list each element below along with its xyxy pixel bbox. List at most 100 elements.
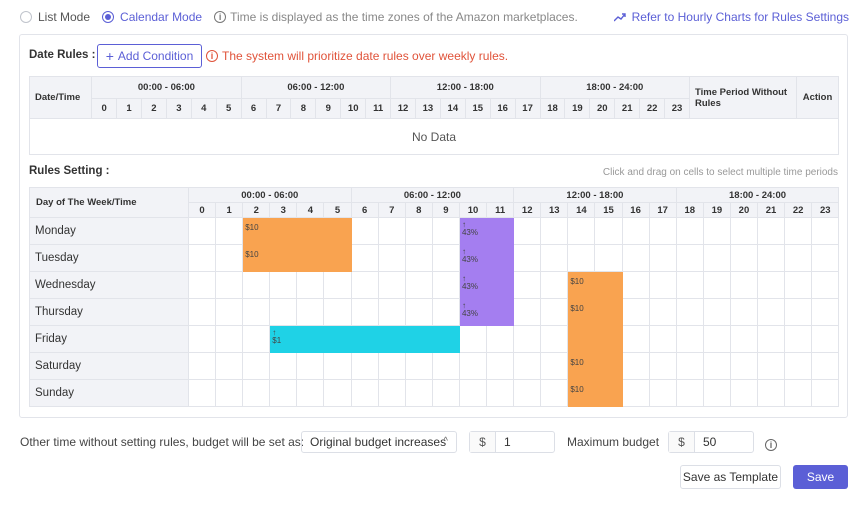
time-cell[interactable] (811, 325, 840, 353)
time-cell[interactable] (431, 271, 460, 299)
rule-block-cell[interactable] (296, 217, 325, 245)
time-cell[interactable] (242, 298, 271, 326)
time-cell[interactable] (431, 244, 460, 272)
time-cell[interactable] (567, 217, 596, 245)
time-cell[interactable] (675, 271, 704, 299)
time-cell[interactable] (811, 298, 840, 326)
time-cell[interactable] (648, 325, 677, 353)
rule-block-cell[interactable]: ↑ 43% (458, 298, 488, 326)
time-cell[interactable] (486, 379, 515, 407)
time-cell[interactable] (296, 379, 325, 407)
time-cell[interactable] (404, 244, 433, 272)
rule-block-cell[interactable] (567, 325, 596, 353)
rule-block-cell[interactable] (323, 244, 352, 272)
time-cell[interactable] (784, 271, 813, 299)
time-cell[interactable] (513, 379, 542, 407)
time-cell[interactable] (350, 271, 379, 299)
time-cell[interactable] (621, 217, 650, 245)
time-cell[interactable] (702, 217, 731, 245)
time-cell[interactable] (377, 379, 406, 407)
rule-block-cell[interactable]: $10 (567, 379, 596, 407)
time-cell[interactable] (215, 352, 244, 380)
time-cell[interactable] (757, 244, 786, 272)
time-cell[interactable] (215, 217, 244, 245)
time-cell[interactable] (215, 244, 244, 272)
rule-block-cell[interactable] (486, 298, 515, 326)
rule-block-cell[interactable]: ↑ 43% (458, 244, 488, 272)
time-cell[interactable] (215, 379, 244, 407)
max-budget-info[interactable]: i (765, 437, 781, 451)
time-cell[interactable] (486, 325, 515, 353)
time-cell[interactable] (458, 379, 488, 407)
time-cell[interactable] (729, 244, 759, 272)
time-cell[interactable] (757, 379, 786, 407)
budget-mode-select[interactable]: Original budget increases ^ (301, 431, 457, 453)
rule-block-cell[interactable]: $10 (567, 271, 596, 299)
time-cell[interactable] (729, 325, 759, 353)
list-mode-radio[interactable]: List Mode (20, 10, 90, 24)
time-cell[interactable] (702, 379, 731, 407)
time-cell[interactable] (242, 271, 271, 299)
time-cell[interactable] (187, 244, 217, 272)
time-cell[interactable] (675, 352, 704, 380)
time-cell[interactable] (757, 217, 786, 245)
time-cell[interactable] (784, 379, 813, 407)
time-cell[interactable] (811, 271, 840, 299)
time-cell[interactable] (269, 271, 298, 299)
time-cell[interactable] (729, 217, 759, 245)
time-cell[interactable] (350, 217, 379, 245)
time-cell[interactable] (621, 352, 650, 380)
rule-block-cell[interactable] (404, 325, 433, 353)
time-cell[interactable] (242, 352, 271, 380)
time-cell[interactable] (377, 244, 406, 272)
time-cell[interactable] (377, 217, 406, 245)
time-cell[interactable] (621, 325, 650, 353)
rule-block-cell[interactable] (323, 217, 352, 245)
time-cell[interactable] (431, 298, 460, 326)
time-cell[interactable] (377, 271, 406, 299)
hourly-charts-link[interactable]: Refer to Hourly Charts for Rules Setting… (613, 10, 849, 24)
time-cell[interactable] (811, 379, 840, 407)
time-cell[interactable] (729, 379, 759, 407)
time-cell[interactable] (513, 352, 542, 380)
save-as-template-button[interactable]: Save as Template (680, 465, 781, 489)
time-cell[interactable] (784, 352, 813, 380)
time-cell[interactable] (404, 298, 433, 326)
time-cell[interactable] (513, 325, 542, 353)
rule-block-cell[interactable] (296, 325, 325, 353)
time-cell[interactable] (757, 325, 786, 353)
time-cell[interactable] (296, 271, 325, 299)
max-budget-input[interactable] (695, 432, 745, 452)
time-cell[interactable] (187, 217, 217, 245)
time-cell[interactable] (648, 271, 677, 299)
time-cell[interactable] (784, 244, 813, 272)
time-cell[interactable] (323, 352, 352, 380)
rule-block-cell[interactable] (486, 244, 515, 272)
rule-block-cell[interactable] (486, 271, 515, 299)
rule-block-cell[interactable] (486, 217, 515, 245)
time-cell[interactable] (513, 244, 542, 272)
time-cell[interactable] (648, 352, 677, 380)
time-cell[interactable] (187, 298, 217, 326)
time-cell[interactable] (431, 352, 460, 380)
time-cell[interactable] (702, 298, 731, 326)
time-cell[interactable] (323, 379, 352, 407)
rule-block-cell[interactable]: $10 (567, 352, 596, 380)
time-cell[interactable] (757, 298, 786, 326)
time-cell[interactable] (540, 217, 569, 245)
time-cell[interactable] (350, 298, 379, 326)
time-cell[interactable] (675, 217, 704, 245)
rule-block-cell[interactable] (296, 244, 325, 272)
calendar-mode-radio[interactable]: Calendar Mode (102, 10, 202, 24)
time-cell[interactable] (377, 298, 406, 326)
time-cell[interactable] (540, 352, 569, 380)
time-cell[interactable] (675, 298, 704, 326)
max-budget-field[interactable]: $ (668, 431, 754, 453)
time-cell[interactable] (729, 352, 759, 380)
rule-block-cell[interactable] (594, 298, 623, 326)
time-cell[interactable] (431, 217, 460, 245)
radio-circle-selected[interactable] (102, 11, 115, 23)
time-cell[interactable] (404, 217, 433, 245)
time-cell[interactable] (431, 379, 460, 407)
time-cell[interactable] (594, 217, 623, 245)
